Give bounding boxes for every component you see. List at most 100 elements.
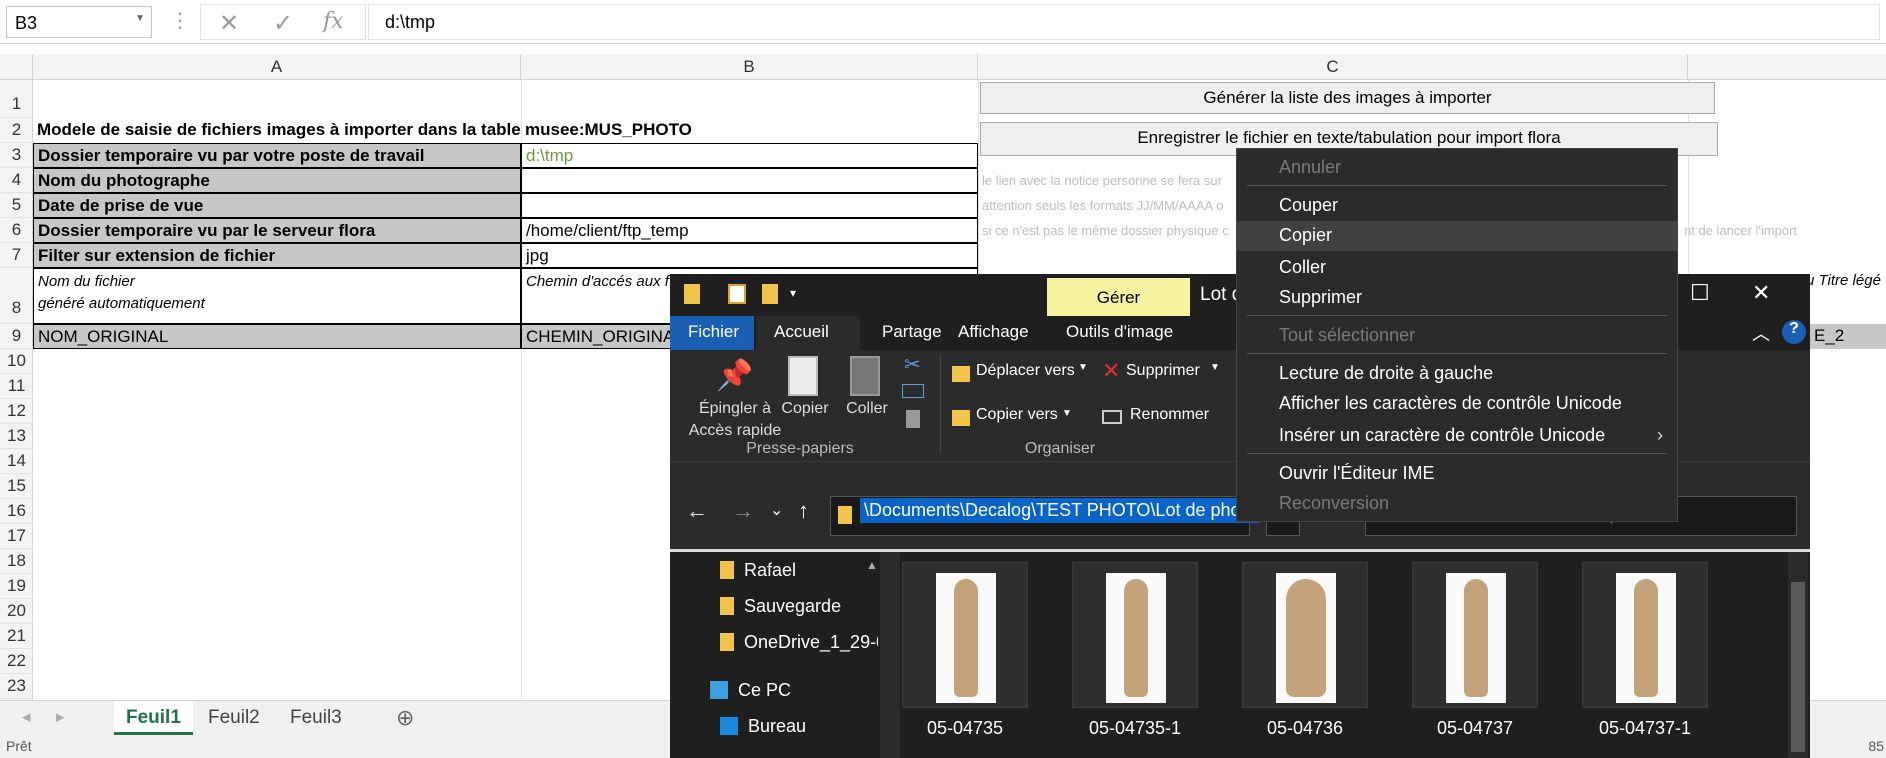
tab-affichage[interactable]: Affichage — [958, 322, 1029, 342]
tab-fichier[interactable]: Fichier — [688, 322, 739, 342]
enter-icon[interactable]: ✓ — [273, 9, 293, 38]
file-name[interactable]: 05-04736 — [1242, 718, 1368, 739]
cell-a9[interactable]: NOM_ORIGINAL — [33, 324, 521, 349]
move-to-label[interactable]: Déplacer vers — [976, 362, 1075, 380]
note-c6-tail[interactable]: nt de lancer l'import — [1680, 218, 1886, 243]
collapse-ribbon-icon[interactable]: ︿ — [1752, 320, 1770, 346]
row-header[interactable]: 7 — [0, 243, 33, 268]
row-header[interactable]: 23 — [0, 674, 33, 699]
cell-b2[interactable]: musee:MUS_PHOTO — [521, 118, 978, 143]
properties-icon[interactable] — [728, 284, 746, 304]
row-header[interactable]: 21 — [0, 624, 33, 649]
function-icon[interactable]: fx — [323, 9, 344, 34]
customize-toolbar-icon[interactable]: ▾ — [790, 286, 796, 300]
menu-item-insert-unicode[interactable]: Insérer un caractère de contrôle Unicode… — [1237, 421, 1677, 451]
menu-item-reconversion[interactable]: Reconversion — [1237, 489, 1677, 519]
row-header[interactable]: 17 — [0, 524, 33, 549]
generate-list-button[interactable]: Générer la liste des images à importer — [980, 82, 1715, 114]
note-c4[interactable]: le lien avec la notice personne se fera … — [978, 168, 1238, 193]
row-header[interactable]: 8 — [0, 268, 33, 324]
column-header-b[interactable]: B — [521, 54, 978, 80]
cell-a2[interactable]: Modele de saisie de fichiers images à im… — [33, 118, 521, 143]
copy-to-label[interactable]: Copier vers — [976, 406, 1058, 424]
delete-icon[interactable]: ✕ — [1102, 358, 1120, 384]
note-c6[interactable]: si ce n'est pas le même dossier physique… — [978, 218, 1238, 243]
copy-path-icon[interactable] — [902, 384, 924, 398]
close-icon[interactable]: ✕ — [1752, 280, 1770, 306]
chevron-down-icon[interactable]: ▼ — [1210, 362, 1220, 373]
delete-label[interactable]: Supprimer — [1126, 362, 1200, 380]
menu-item-rtl[interactable]: Lecture de droite à gauche — [1237, 359, 1677, 389]
move-to-icon[interactable] — [952, 366, 970, 382]
file-name[interactable]: 05-04737-1 — [1582, 718, 1708, 739]
select-all-corner[interactable] — [0, 54, 33, 80]
paste-icon[interactable] — [850, 356, 880, 396]
back-icon[interactable]: ← — [686, 498, 708, 524]
tab-feuil3[interactable]: Feuil3 — [278, 701, 354, 735]
row-header[interactable]: 12 — [0, 399, 33, 424]
file-thumbnail[interactable] — [1582, 562, 1708, 708]
cell-b4[interactable] — [521, 168, 978, 193]
file-name[interactable]: 05-04737 — [1412, 718, 1538, 739]
pin-label[interactable]: Épingler à — [680, 400, 790, 418]
nav-item-sauvegarde[interactable]: Sauvegarde — [720, 596, 841, 617]
row-header[interactable]: 9 — [0, 324, 33, 349]
cell-b5[interactable] — [521, 193, 978, 218]
row-header[interactable]: 18 — [0, 549, 33, 574]
nav-item-bureau[interactable]: Bureau — [720, 716, 806, 737]
row-header[interactable]: 16 — [0, 499, 33, 524]
row-header[interactable]: 15 — [0, 474, 33, 499]
row-header[interactable]: 11 — [0, 374, 33, 399]
cell-a7[interactable]: Filter sur extension de fichier — [33, 243, 521, 268]
nav-item-ce-pc[interactable]: Ce PC — [710, 680, 791, 701]
menu-item-paste[interactable]: Coller — [1237, 253, 1677, 283]
row-header[interactable]: 10 — [0, 349, 33, 374]
scroll-up-icon[interactable]: ▲ — [866, 558, 878, 572]
cell-a4[interactable]: Nom du photographe — [33, 168, 521, 193]
column-header-c[interactable]: C — [978, 54, 1688, 80]
column-header-a[interactable]: A — [33, 54, 521, 80]
cell-b7[interactable]: jpg — [521, 243, 978, 268]
cell-c9-tail[interactable]: E_2 — [1810, 324, 1886, 349]
menu-item-undo[interactable]: Annuler — [1237, 153, 1677, 183]
help-icon[interactable]: ? — [1782, 320, 1806, 344]
menu-item-copy[interactable]: Copier — [1237, 221, 1677, 251]
file-thumbnail[interactable] — [1242, 562, 1368, 708]
pin-label-2[interactable]: Accès rapide — [680, 422, 790, 440]
copy-label[interactable]: Copier — [778, 400, 832, 418]
chevron-down-icon[interactable]: ▼ — [1062, 408, 1072, 419]
row-header[interactable]: 13 — [0, 424, 33, 449]
menu-item-delete[interactable]: Supprimer — [1237, 283, 1677, 313]
menu-item-select-all[interactable]: Tout sélectionner — [1237, 321, 1677, 351]
paste-shortcut-icon[interactable] — [906, 410, 920, 428]
cell-a6[interactable]: Dossier temporaire vu par le serveur flo… — [33, 218, 521, 243]
cell-a3[interactable]: Dossier temporaire vu par votre poste de… — [33, 143, 521, 168]
add-sheet-icon[interactable]: ⊕ — [396, 705, 414, 731]
cell-b6[interactable]: /home/client/ftp_temp — [521, 218, 978, 243]
chevron-down-icon[interactable]: ▼ — [135, 13, 145, 24]
row-header[interactable]: 19 — [0, 574, 33, 599]
file-thumbnail[interactable] — [902, 562, 1028, 708]
cell-b3[interactable]: d:\tmp — [521, 143, 978, 168]
scrollbar-thumb[interactable] — [1791, 582, 1805, 752]
forward-icon[interactable]: → — [732, 498, 754, 524]
row-header[interactable]: 5 — [0, 193, 33, 218]
cut-icon[interactable]: ✂ — [904, 352, 921, 377]
file-name[interactable]: 05-04735 — [902, 718, 1028, 739]
row-header[interactable]: 20 — [0, 599, 33, 624]
tab-outils-image[interactable]: Outils d'image — [1066, 322, 1173, 342]
menu-item-show-unicode[interactable]: Afficher les caractères de contrôle Unic… — [1237, 389, 1677, 419]
tab-feuil2[interactable]: Feuil2 — [196, 701, 272, 735]
note-c5[interactable]: attention seuls les formats JJ/MM/AAAA o — [978, 193, 1238, 218]
row-header[interactable]: 4 — [0, 168, 33, 193]
menu-item-ime[interactable]: Ouvrir l'Éditeur IME — [1237, 459, 1677, 489]
recent-icon[interactable]: ⌄ — [770, 500, 783, 520]
cell-a5[interactable]: Date de prise de vue — [33, 193, 521, 218]
row-header[interactable]: 2 — [0, 118, 33, 143]
cell-b9[interactable]: CHEMIN_ORIGINA — [521, 324, 691, 349]
file-thumbnail[interactable] — [1412, 562, 1538, 708]
nav-item-onedrive[interactable]: OneDrive_1_29-0 — [720, 632, 878, 653]
rename-icon[interactable] — [1102, 410, 1122, 424]
row-header[interactable]: 1 — [0, 80, 33, 118]
file-name[interactable]: 05-04735-1 — [1072, 718, 1198, 739]
